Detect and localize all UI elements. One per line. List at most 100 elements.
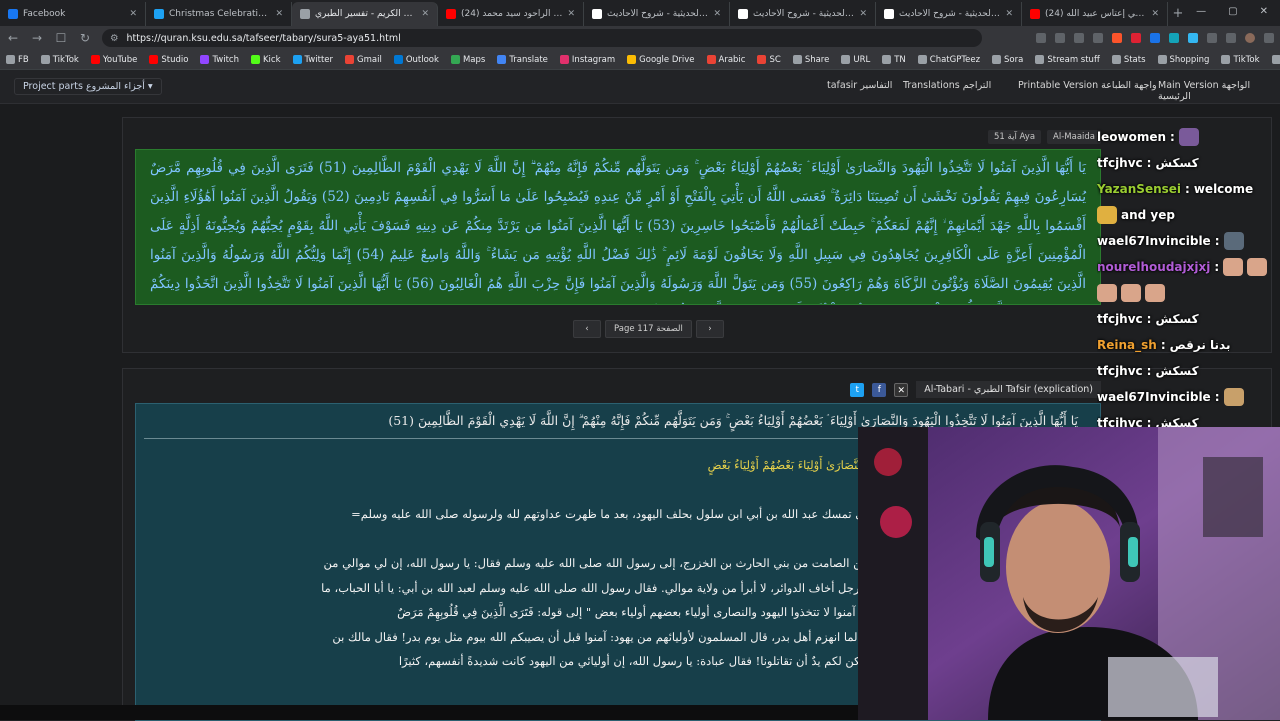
chat-emote-icon bbox=[1097, 284, 1117, 302]
bookmark-label: Sora bbox=[1004, 54, 1024, 65]
prev-page-button[interactable]: ‹ bbox=[573, 320, 601, 338]
tab-title: الموسوعة الحديثية - شروح الأحاديث bbox=[607, 9, 708, 19]
puzzle-icon[interactable] bbox=[1207, 33, 1217, 43]
bookmark-item[interactable]: Sora bbox=[992, 55, 1023, 65]
bookmark-item[interactable]: Shopping bbox=[1157, 55, 1209, 65]
chat-text: كسكش bbox=[1155, 364, 1199, 378]
twitter-share-icon[interactable]: t bbox=[850, 382, 865, 397]
bookmark-item[interactable]: YouTube bbox=[90, 55, 137, 65]
main-version-link[interactable]: Main Version الواجهة الرئيسية bbox=[1158, 80, 1280, 102]
tab-close-icon[interactable]: ✕ bbox=[275, 9, 283, 19]
tab-close-icon[interactable]: ✕ bbox=[713, 9, 721, 19]
browser-tab[interactable]: Facebook ✕ bbox=[0, 2, 146, 26]
project-parts-label: Project parts أجزاء المشروع bbox=[23, 81, 145, 92]
reload-icon[interactable]: ↻ bbox=[78, 31, 92, 45]
bookmark-item[interactable]: FB bbox=[6, 55, 29, 65]
bookmark-label: Google Drive bbox=[639, 54, 695, 65]
browser-tab[interactable]: الموسوعة الحديثية - شروح الأحاديث ✕ bbox=[876, 2, 1022, 26]
forward-icon[interactable]: → bbox=[30, 31, 44, 45]
facebook-share-icon[interactable]: f bbox=[872, 382, 887, 397]
translations-menu[interactable]: Translations التراجم bbox=[903, 80, 991, 91]
bookmark-item[interactable]: Translate bbox=[497, 55, 548, 65]
bookmark-item[interactable]: Stream stuff bbox=[1035, 55, 1100, 65]
bookmark-label: TikTok bbox=[1233, 54, 1260, 65]
close-window-icon[interactable]: ✕ bbox=[1260, 6, 1268, 17]
bookmark-item[interactable]: Instagram bbox=[559, 55, 615, 65]
bookmark-item[interactable]: Outlook bbox=[393, 55, 439, 65]
profile-avatar[interactable] bbox=[1245, 33, 1255, 43]
tab-close-icon[interactable]: ✕ bbox=[421, 9, 429, 19]
bookmark-item[interactable]: SC bbox=[757, 55, 781, 65]
browser-tab[interactable]: Christmas Celebrations Discussed ✕ bbox=[146, 2, 292, 26]
bookmark-item[interactable]: Twitch bbox=[200, 55, 239, 65]
tab-title: Facebook bbox=[23, 9, 66, 19]
quran-text[interactable]: يَا أَيُّهَا الَّذِينَ آمَنُوا لَا تَتَّ… bbox=[135, 149, 1101, 305]
bookmark-item[interactable]: Studio bbox=[149, 55, 188, 65]
tab-close-icon[interactable]: ✕ bbox=[859, 9, 867, 19]
browser-tab[interactable]: (24) إماني وحبيبي إعتاس عبيد الله ✕ bbox=[1022, 2, 1168, 26]
star-icon[interactable] bbox=[1093, 33, 1103, 43]
bookmark-item[interactable]: ChatGPTeez bbox=[917, 55, 980, 65]
chat-message: nourelhoudajxjxj: bbox=[1097, 254, 1280, 280]
bookmark-icon[interactable]: ☐ bbox=[54, 31, 68, 45]
alert-icon[interactable] bbox=[1131, 33, 1141, 43]
next-page-button[interactable]: › bbox=[695, 320, 724, 338]
tab-close-icon[interactable]: ✕ bbox=[129, 9, 137, 19]
chat-message: leowomen: bbox=[1097, 124, 1280, 150]
address-bar[interactable]: ⚙ https://quran.ksu.edu.sa/tafseer/tabar… bbox=[102, 29, 982, 47]
bookmark-item[interactable]: Share bbox=[792, 55, 829, 65]
tafsir-source-dropdown[interactable]: Al-Tabari - الطبري Tafsir (explication) bbox=[916, 381, 1101, 398]
close-tafsir-button[interactable]: ✕ bbox=[894, 382, 909, 397]
bookmark-item[interactable]: TV bbox=[1271, 55, 1280, 65]
browser-tab-strip: Facebook✕Christmas Celebrations Discusse… bbox=[0, 0, 1280, 26]
bookmark-item[interactable]: URL bbox=[841, 55, 870, 65]
bookmark-item[interactable]: Gmail bbox=[345, 55, 382, 65]
tab-title: الموسوعة الحديثية - شروح الأحاديث bbox=[753, 9, 854, 19]
bookmark-favicon-icon bbox=[841, 55, 851, 64]
bookmark-item[interactable]: Stats bbox=[1111, 54, 1146, 65]
minimize-icon[interactable]: — bbox=[1196, 6, 1206, 17]
chat-emote-icon bbox=[1223, 388, 1244, 406]
tafsir-menu[interactable]: tafasir التفاسير bbox=[827, 80, 892, 91]
bookmark-item[interactable]: TN bbox=[882, 55, 906, 65]
bookmark-favicon-icon bbox=[992, 55, 1002, 64]
bookmark-item[interactable]: Arabic bbox=[706, 55, 745, 65]
site-info-icon[interactable]: ⚙ bbox=[110, 33, 119, 44]
menu-icon[interactable] bbox=[1264, 33, 1274, 43]
download-icon[interactable] bbox=[1226, 33, 1236, 43]
project-parts-dropdown[interactable]: Project parts أجزاء المشروع ▾ bbox=[14, 78, 162, 95]
bookmark-item[interactable]: Maps bbox=[450, 55, 485, 65]
extension-teal-icon[interactable] bbox=[1169, 33, 1179, 43]
printable-version-link[interactable]: Printable Version واجهة الطباعة bbox=[1018, 80, 1157, 91]
bookmark-label: Stats bbox=[1123, 54, 1146, 65]
aya-dropdown[interactable]: آية 51 Aya bbox=[988, 130, 1042, 144]
browser-tab[interactable]: الموسوعة الحديثية - شروح الأحاديث ✕ bbox=[730, 2, 876, 26]
bookmark-label: Twitter bbox=[304, 54, 334, 65]
zoom-icon[interactable] bbox=[1055, 33, 1065, 43]
browser-tab[interactable]: القرآن الكريم - تفسير الطبري ✕ bbox=[292, 2, 438, 26]
share-icon[interactable] bbox=[1074, 33, 1084, 43]
extension-blue-icon[interactable] bbox=[1150, 33, 1160, 43]
extension-cyan-icon[interactable] bbox=[1188, 33, 1198, 43]
back-icon[interactable]: ← bbox=[6, 31, 20, 45]
chat-username: YazanSensei bbox=[1097, 182, 1182, 196]
maximize-icon[interactable]: ▢ bbox=[1228, 6, 1237, 17]
translate-icon[interactable] bbox=[1036, 33, 1046, 43]
browser-tab[interactable]: الموسوعة الحديثية - شروح الأحاديث ✕ bbox=[584, 2, 730, 26]
window-controls: — ▢ ✕ bbox=[1184, 0, 1280, 23]
sura-dropdown[interactable]: Al-Maaida bbox=[1047, 130, 1101, 144]
tab-close-icon[interactable]: ✕ bbox=[567, 9, 575, 19]
page-pager: ‹ Page 117 الصفحة › bbox=[573, 320, 724, 338]
browser-tab[interactable]: (24) موعود الله || الراحود سيد محمد ✕ bbox=[438, 2, 584, 26]
bookmark-item[interactable]: TikTok bbox=[1221, 54, 1260, 65]
chat-emote-icon bbox=[1145, 284, 1165, 302]
brave-shield-icon[interactable] bbox=[1112, 33, 1122, 43]
bookmark-item[interactable]: Google Drive bbox=[627, 54, 695, 65]
bookmark-item[interactable]: Twitter bbox=[292, 54, 334, 65]
tab-close-icon[interactable]: ✕ bbox=[1151, 9, 1159, 19]
bookmark-item[interactable]: Kick bbox=[250, 55, 281, 65]
bookmark-item[interactable]: TikTok bbox=[40, 55, 79, 65]
chat-text: and yep bbox=[1121, 208, 1175, 222]
tab-close-icon[interactable]: ✕ bbox=[1005, 9, 1013, 19]
page-selector[interactable]: Page 117 الصفحة bbox=[605, 320, 692, 338]
